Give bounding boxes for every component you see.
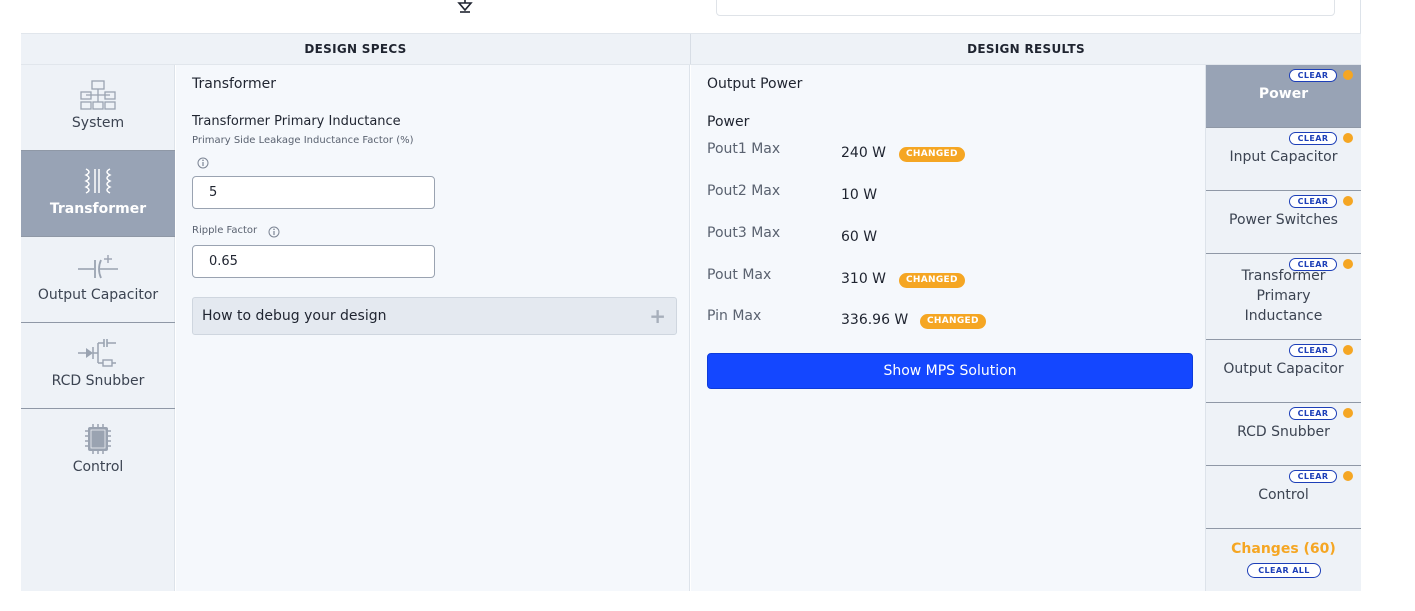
nav-label-control: Control bbox=[72, 459, 124, 475]
changed-dot bbox=[1343, 345, 1353, 355]
design-specs-heading: DESIGN SPECS bbox=[304, 42, 407, 56]
changed-badge: CHANGED bbox=[899, 273, 965, 288]
info-icon[interactable] bbox=[197, 157, 209, 169]
result-nav-power[interactable]: CLEAR Power bbox=[1206, 65, 1361, 128]
result-nav-label: Input Capacitor bbox=[1229, 149, 1338, 165]
clear-button[interactable]: CLEAR bbox=[1289, 69, 1337, 82]
clear-button[interactable]: CLEAR bbox=[1289, 344, 1337, 357]
result-nav-label: Power bbox=[1258, 86, 1309, 102]
nav-label-output-capacitor: Output Capacitor bbox=[37, 287, 159, 303]
top-search-input[interactable] bbox=[716, 0, 1335, 16]
leakage-factor-input[interactable]: 5 bbox=[192, 176, 435, 209]
spec-subsection-title: Transformer Primary Inductance bbox=[192, 114, 401, 129]
result-label: Pout Max bbox=[707, 267, 772, 283]
clear-button[interactable]: CLEAR bbox=[1289, 470, 1337, 483]
nav-label-rcd-snubber: RCD Snubber bbox=[51, 373, 145, 389]
nav-item-transformer[interactable]: Transformer bbox=[21, 151, 175, 237]
nav-item-output-capacitor[interactable]: Output Capacitor bbox=[21, 237, 175, 323]
result-nav-output-capacitor[interactable]: CLEAR Output Capacitor bbox=[1206, 340, 1361, 403]
section-header-bar: DESIGN SPECS DESIGN RESULTS bbox=[21, 33, 1361, 65]
result-nav-label: Control bbox=[1258, 487, 1309, 503]
changed-badge: CHANGED bbox=[899, 147, 965, 162]
ripple-factor-input[interactable]: 0.65 bbox=[192, 245, 435, 278]
result-nav-power-switches[interactable]: CLEAR Power Switches bbox=[1206, 191, 1361, 254]
clear-button[interactable]: CLEAR bbox=[1289, 407, 1337, 420]
ground-icon bbox=[457, 0, 473, 13]
nav-label-transformer: Transformer bbox=[49, 201, 147, 217]
result-label: Pin Max bbox=[707, 308, 762, 324]
nav-item-system[interactable]: System bbox=[21, 65, 175, 151]
spec-section-title: Transformer bbox=[192, 76, 277, 92]
leakage-factor-label: Primary Side Leakage Inductance Factor (… bbox=[192, 135, 414, 146]
changed-dot bbox=[1343, 70, 1353, 80]
changed-dot bbox=[1343, 133, 1353, 143]
result-nav-label: RCD Snubber bbox=[1237, 424, 1330, 440]
nav-label-system: System bbox=[71, 115, 125, 131]
left-nav: System Transformer Output Capacitor RCD … bbox=[21, 65, 175, 591]
transformer-icon bbox=[84, 168, 112, 194]
result-value: 310 W bbox=[841, 271, 887, 287]
clear-button[interactable]: CLEAR bbox=[1289, 195, 1337, 208]
results-panel: Output Power Power Pout1 Max 240 W CHANG… bbox=[691, 65, 1206, 591]
design-results-heading: DESIGN RESULTS bbox=[967, 42, 1085, 56]
result-label: Pout1 Max bbox=[707, 141, 781, 157]
top-strip bbox=[21, 0, 1361, 33]
changed-badge: CHANGED bbox=[920, 314, 986, 329]
result-value: 336.96 W bbox=[841, 312, 909, 328]
changes-count: Changes (60) bbox=[1231, 541, 1336, 557]
ripple-factor-label: Ripple Factor bbox=[192, 225, 258, 236]
spec-panel: Transformer Transformer Primary Inductan… bbox=[176, 65, 690, 591]
nav-item-rcd-snubber[interactable]: RCD Snubber bbox=[21, 323, 175, 409]
result-nav-label: Transformer Primary Inductance bbox=[1241, 268, 1326, 324]
right-nav: CLEAR Power CLEAR Input Capacitor CLEAR … bbox=[1206, 65, 1361, 591]
result-nav-label: Power Switches bbox=[1229, 212, 1338, 228]
changed-dot bbox=[1343, 196, 1353, 206]
result-value: 240 W bbox=[841, 145, 887, 161]
results-section-title: Output Power bbox=[707, 76, 803, 92]
result-label: Pout2 Max bbox=[707, 183, 781, 199]
result-label: Pout3 Max bbox=[707, 225, 781, 241]
changed-dot bbox=[1343, 471, 1353, 481]
result-nav-rcd-snubber[interactable]: CLEAR RCD Snubber bbox=[1206, 403, 1361, 466]
clear-button[interactable]: CLEAR bbox=[1289, 132, 1337, 145]
app-root: DESIGN SPECS DESIGN RESULTS System Trans… bbox=[21, 0, 1361, 591]
chip-icon bbox=[85, 424, 111, 454]
plus-icon: + bbox=[649, 304, 666, 328]
capacitor-icon bbox=[78, 255, 118, 279]
result-nav-input-capacitor[interactable]: CLEAR Input Capacitor bbox=[1206, 128, 1361, 191]
result-nav-control[interactable]: CLEAR Control bbox=[1206, 466, 1361, 529]
debug-accordion[interactable]: How to debug your design + bbox=[192, 297, 677, 335]
result-value: 10 W bbox=[841, 187, 878, 203]
result-nav-label: Output Capacitor bbox=[1223, 361, 1344, 377]
result-value: 60 W bbox=[841, 229, 878, 245]
result-nav-transformer-primary-inductance[interactable]: CLEAR Transformer Primary Inductance bbox=[1206, 254, 1361, 340]
snubber-icon bbox=[78, 339, 116, 367]
clear-all-button[interactable]: CLEAR ALL bbox=[1247, 563, 1321, 578]
show-mps-solution-button[interactable]: Show MPS Solution bbox=[707, 353, 1193, 389]
debug-accordion-label: How to debug your design bbox=[202, 308, 387, 324]
results-group-title: Power bbox=[707, 114, 750, 130]
system-icon bbox=[80, 80, 116, 110]
nav-item-control[interactable]: Control bbox=[21, 409, 175, 495]
changed-dot bbox=[1343, 408, 1353, 418]
info-icon[interactable] bbox=[268, 226, 280, 238]
